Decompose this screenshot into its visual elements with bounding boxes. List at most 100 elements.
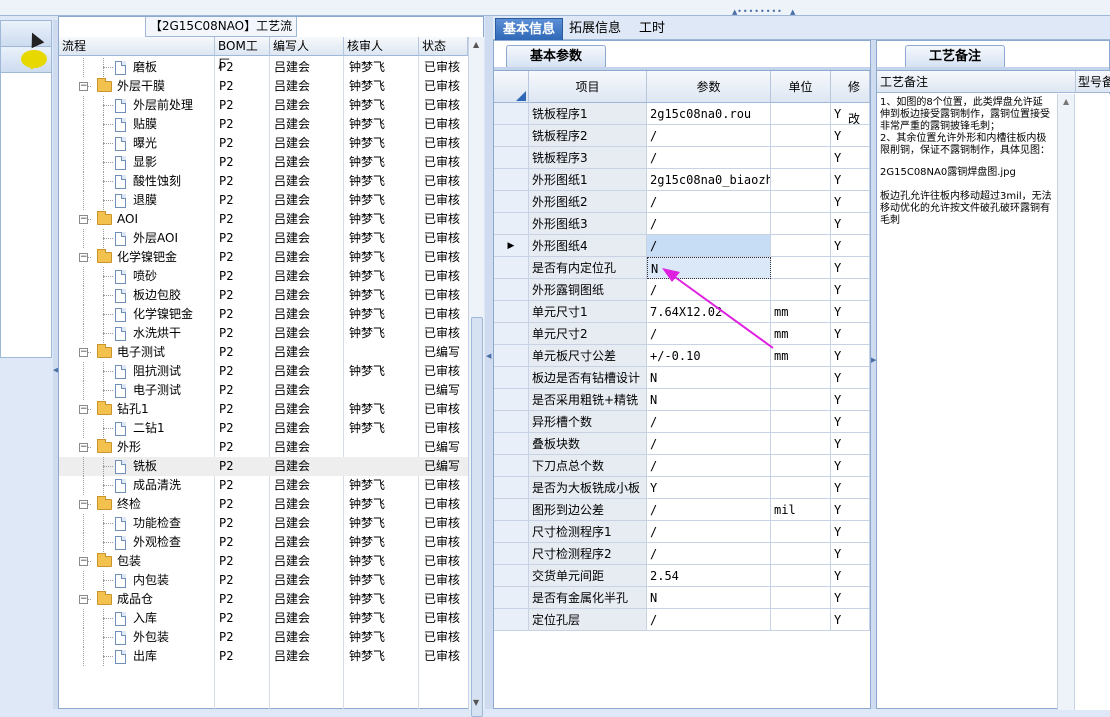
row-indicator[interactable] xyxy=(494,455,529,477)
table-row[interactable]: 交货单元间距 2.54 Y xyxy=(494,565,870,587)
table-row[interactable]: 外形图纸2/ Y xyxy=(494,191,870,213)
table-row[interactable]: 铣板 P2 吕建会 已编写 xyxy=(59,457,468,476)
table-row[interactable]: 外层前处理 P2 吕建会 钟梦飞 已审核 xyxy=(59,96,468,115)
param-value-cell[interactable]: / xyxy=(647,279,771,301)
column-header-flow[interactable]: 流程 xyxy=(59,37,215,56)
table-row[interactable]: 喷砂 P2 吕建会 钟梦飞 已审核 xyxy=(59,267,468,286)
tab-work-hours[interactable]: 工时 xyxy=(627,18,677,40)
row-indicator[interactable] xyxy=(494,279,529,301)
column-header-modify[interactable]: 修改 xyxy=(831,71,870,126)
table-row[interactable]: − 化学镍钯金 P2 吕建会 钟梦飞 已审核 xyxy=(59,248,468,267)
collapse-minus-icon[interactable]: − xyxy=(79,557,88,566)
param-value-cell[interactable]: 2g15c08na0_biaozh... xyxy=(647,169,771,191)
param-value-cell[interactable]: / xyxy=(647,521,771,543)
table-row[interactable]: 尺寸检测程序1/ Y xyxy=(494,521,870,543)
process-flow-scrollbar[interactable]: ▲ ▼ xyxy=(468,37,484,717)
table-row[interactable]: 外层AOI P2 吕建会 钟梦飞 已审核 xyxy=(59,229,468,248)
subtab-basic-params[interactable]: 基本参数 xyxy=(506,45,606,67)
row-indicator[interactable] xyxy=(494,411,529,433)
tab-basic-info[interactable]: 基本信息 xyxy=(495,18,563,40)
table-row[interactable]: 铣板程序1 2g15c08na0.rou Y xyxy=(494,103,870,125)
table-row[interactable]: 贴膜 P2 吕建会 钟梦飞 已审核 xyxy=(59,115,468,134)
notes-scrollbar[interactable]: ▲ xyxy=(1057,94,1075,710)
column-header-status[interactable]: 状态 xyxy=(419,37,468,56)
table-row[interactable]: − 成品仓 P2 吕建会 钟梦飞 已审核 xyxy=(59,590,468,609)
row-indicator[interactable] xyxy=(494,213,529,235)
param-value-cell[interactable]: 2.54 xyxy=(647,565,771,587)
param-value-cell[interactable]: Y xyxy=(647,477,771,499)
table-row[interactable]: 入库 P2 吕建会 钟梦飞 已审核 xyxy=(59,609,468,628)
column-header-value[interactable]: 参数 xyxy=(647,71,771,103)
collapse-minus-icon[interactable]: − xyxy=(79,595,88,604)
table-row[interactable]: − 电子测试 P2 吕建会 已编写 xyxy=(59,343,468,362)
row-indicator[interactable]: ▶ xyxy=(494,235,529,257)
param-value-cell[interactable]: / xyxy=(647,125,771,147)
row-indicator[interactable] xyxy=(494,147,529,169)
param-value-cell[interactable]: / xyxy=(647,455,771,477)
collapse-minus-icon[interactable]: − xyxy=(79,348,88,357)
row-indicator[interactable] xyxy=(494,499,529,521)
param-value-cell[interactable]: / xyxy=(647,323,771,345)
table-row[interactable]: 是否采用粗铣+精铣 N Y xyxy=(494,389,870,411)
table-row[interactable]: 是否为大板铣成小板 Y Y xyxy=(494,477,870,499)
column-header-bom[interactable]: BOM工厂 xyxy=(215,37,270,71)
table-row[interactable]: 酸性蚀刻 P2 吕建会 钟梦飞 已审核 xyxy=(59,172,468,191)
table-row[interactable]: 内包装 P2 吕建会 钟梦飞 已审核 xyxy=(59,571,468,590)
collapse-minus-icon[interactable]: − xyxy=(79,405,88,414)
collapse-up-icon[interactable]: ▲ xyxy=(790,8,795,16)
row-indicator[interactable] xyxy=(494,323,529,345)
row-indicator[interactable] xyxy=(494,301,529,323)
table-row[interactable]: 电子测试 P2 吕建会 已编写 xyxy=(59,381,468,400)
subtab-process-notes[interactable]: 工艺备注 xyxy=(905,45,1005,67)
row-indicator[interactable] xyxy=(494,543,529,565)
param-value-cell[interactable]: N xyxy=(647,367,771,389)
row-indicator[interactable] xyxy=(494,433,529,455)
param-value-cell[interactable]: N xyxy=(647,389,771,411)
table-row[interactable]: − 终检 P2 吕建会 钟梦飞 已审核 xyxy=(59,495,468,514)
param-value-cell[interactable]: / xyxy=(647,411,771,433)
table-row[interactable]: ▶ 外形图纸4/ Y xyxy=(494,235,870,257)
process-notes-text[interactable]: 1、如图的8个位置，此类焊盘允许延伸到板边接受露铜制作，露铜位置接受非常严重的露… xyxy=(880,97,1052,227)
tab-extended-info[interactable]: 拓展信息 xyxy=(563,18,627,40)
notes-column-header[interactable]: 工艺备注 xyxy=(877,71,1075,93)
table-row[interactable]: 板边包胶 P2 吕建会 钟梦飞 已审核 xyxy=(59,286,468,305)
table-row[interactable]: 显影 P2 吕建会 钟梦飞 已审核 xyxy=(59,153,468,172)
table-row[interactable]: 叠板块数 / Y xyxy=(494,433,870,455)
param-value-cell[interactable]: N xyxy=(647,257,771,279)
param-value-cell[interactable]: / xyxy=(647,213,771,235)
param-value-cell[interactable]: / xyxy=(647,191,771,213)
table-row[interactable]: 成品清洗 P2 吕建会 钟梦飞 已审核 xyxy=(59,476,468,495)
table-row[interactable]: 磨板 P2 吕建会 钟梦飞 已审核 xyxy=(59,58,468,77)
row-indicator[interactable] xyxy=(494,587,529,609)
scroll-up-icon[interactable]: ▲ xyxy=(1063,97,1069,106)
param-value-cell[interactable]: / xyxy=(647,499,771,521)
row-indicator[interactable] xyxy=(494,367,529,389)
collapse-left-icon[interactable]: ◀ xyxy=(486,352,491,360)
collapse-minus-icon[interactable]: − xyxy=(79,82,88,91)
table-row[interactable]: 二钻1 P2 吕建会 钟梦飞 已审核 xyxy=(59,419,468,438)
row-indicator[interactable] xyxy=(494,191,529,213)
column-header-unit[interactable]: 单位 xyxy=(771,71,831,103)
table-row[interactable]: 水洗烘干 P2 吕建会 钟梦飞 已审核 xyxy=(59,324,468,343)
row-indicator[interactable] xyxy=(494,477,529,499)
row-indicator[interactable] xyxy=(494,169,529,191)
table-row[interactable]: 下刀点总个数 / Y xyxy=(494,455,870,477)
param-value-cell[interactable]: / xyxy=(647,147,771,169)
table-row[interactable]: 单元板尺寸公差 +/-0.10 mm Y xyxy=(494,345,870,367)
param-value-cell[interactable]: +/-0.10 xyxy=(647,345,771,367)
table-row[interactable]: 是否有内定位孔 N Y xyxy=(494,257,870,279)
collapse-minus-icon[interactable]: − xyxy=(79,500,88,509)
collapse-minus-icon[interactable]: − xyxy=(79,215,88,224)
table-row[interactable]: − AOI P2 吕建会 钟梦飞 已审核 xyxy=(59,210,468,229)
table-row[interactable]: 外形图纸3/ Y xyxy=(494,213,870,235)
param-value-cell[interactable]: / xyxy=(647,543,771,565)
table-row[interactable]: 出库 P2 吕建会 钟梦飞 已审核 xyxy=(59,647,468,666)
table-row[interactable]: 外形露铜图纸 / Y xyxy=(494,279,870,301)
scroll-down-icon[interactable]: ▼ xyxy=(473,698,479,707)
splitter-grip[interactable]: •••••••• xyxy=(730,8,790,16)
table-row[interactable]: 是否有金属化半孔 N Y xyxy=(494,587,870,609)
table-row[interactable]: 功能检查 P2 吕建会 钟梦飞 已审核 xyxy=(59,514,468,533)
param-value-cell[interactable]: / xyxy=(647,235,771,257)
table-row[interactable]: 退膜 P2 吕建会 钟梦飞 已审核 xyxy=(59,191,468,210)
table-row[interactable]: 铣板程序2/ Y xyxy=(494,125,870,147)
